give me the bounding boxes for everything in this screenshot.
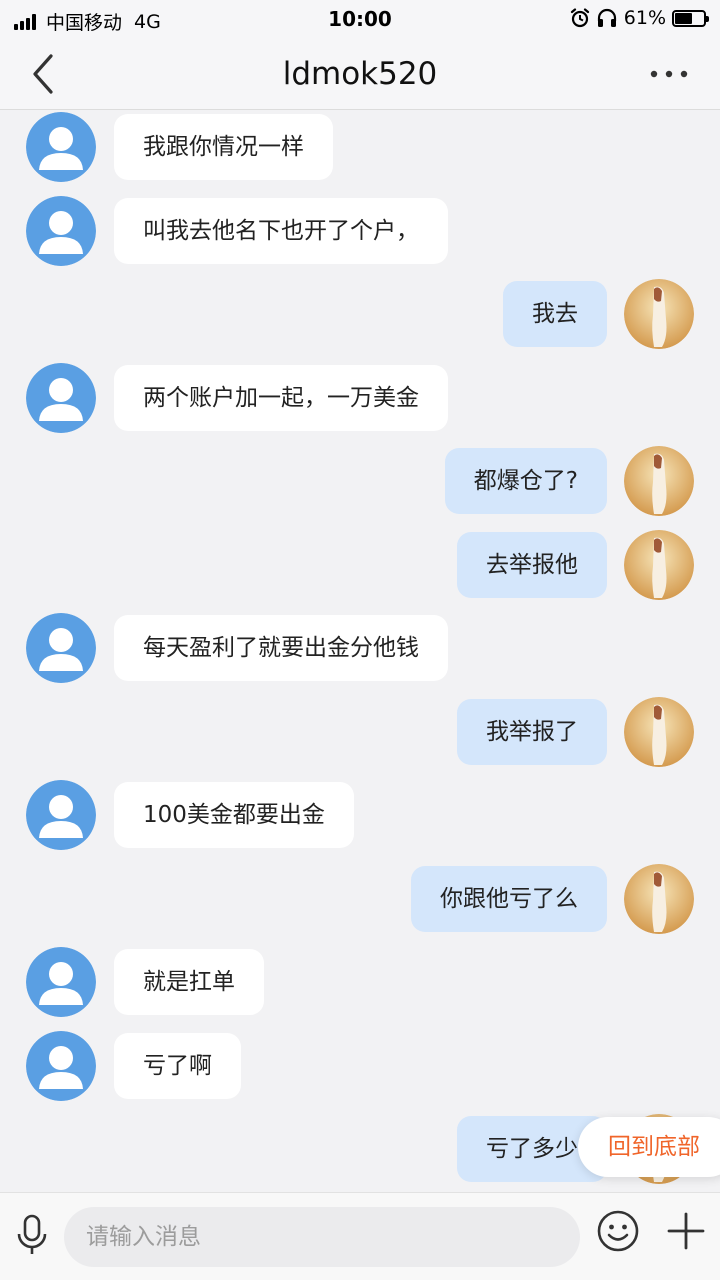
- battery-icon: [672, 9, 709, 27]
- voice-button[interactable]: [14, 1213, 50, 1257]
- contact-avatar[interactable]: [26, 613, 96, 683]
- chat-title: ldmok520: [282, 56, 438, 92]
- contact-avatar[interactable]: [26, 196, 96, 266]
- battery-level: [675, 12, 693, 24]
- message-row: 两个账户加一起，一万美金: [0, 363, 720, 433]
- default-user-icon: [26, 196, 96, 266]
- contact-avatar[interactable]: [26, 112, 96, 182]
- alarm-icon: [570, 8, 589, 28]
- user-avatar[interactable]: [624, 697, 694, 767]
- message-row: 去举报他: [0, 530, 720, 600]
- message-list[interactable]: 我跟你情况一样 叫我去他名下也开了个户， 我去 两个账户加一起，一万美金 都爆仓…: [0, 111, 720, 1192]
- message-row: 100美金都要出金: [0, 780, 720, 850]
- message-row: 都爆仓了?: [0, 446, 720, 516]
- default-user-icon: [26, 1031, 96, 1101]
- profile-photo-icon: [624, 446, 694, 516]
- received-message-bubble[interactable]: 每天盈利了就要出金分他钱: [114, 615, 448, 681]
- received-message-bubble[interactable]: 两个账户加一起，一万美金: [114, 365, 448, 431]
- contact-avatar[interactable]: [26, 780, 96, 850]
- profile-photo-icon: [624, 279, 694, 349]
- chat-header: ldmok520: [0, 38, 720, 110]
- profile-photo-icon: [624, 697, 694, 767]
- message-row: 我举报了: [0, 697, 720, 767]
- message-row: 你跟他亏了么: [0, 864, 720, 934]
- message-row: 每天盈利了就要出金分他钱: [0, 613, 720, 683]
- user-avatar[interactable]: [624, 530, 694, 600]
- contact-avatar[interactable]: [26, 363, 96, 433]
- emoji-button[interactable]: [596, 1209, 640, 1253]
- message-row: 就是扛单: [0, 947, 720, 1017]
- contact-avatar[interactable]: [26, 1031, 96, 1101]
- back-to-bottom-button[interactable]: 回到底部: [578, 1117, 720, 1177]
- sent-message-bubble[interactable]: 你跟他亏了么: [411, 866, 607, 932]
- battery-percent: 61%: [623, 7, 666, 29]
- received-message-bubble[interactable]: 我跟你情况一样: [114, 114, 333, 180]
- sent-message-bubble[interactable]: 去举报他: [457, 532, 607, 598]
- user-avatar[interactable]: [624, 864, 694, 934]
- received-message-bubble[interactable]: 100美金都要出金: [114, 782, 354, 848]
- message-row: 我跟你情况一样: [0, 112, 720, 182]
- user-avatar[interactable]: [624, 446, 694, 516]
- default-user-icon: [26, 780, 96, 850]
- sent-message-bubble[interactable]: 都爆仓了?: [444, 448, 607, 514]
- default-user-icon: [26, 112, 96, 182]
- received-message-bubble[interactable]: 叫我去他名下也开了个户，: [114, 198, 448, 264]
- received-message-bubble[interactable]: 亏了啊: [114, 1033, 241, 1099]
- user-avatar[interactable]: [624, 279, 694, 349]
- more-button[interactable]: [644, 52, 694, 96]
- emoji-icon: [597, 1210, 639, 1252]
- default-user-icon: [26, 947, 96, 1017]
- profile-photo-icon: [624, 864, 694, 934]
- sent-message-bubble[interactable]: 我去: [503, 281, 607, 347]
- more-actions-button[interactable]: [666, 1211, 706, 1251]
- message-row: 叫我去他名下也开了个户，: [0, 196, 720, 266]
- chat-screen: 中国移动 4G 10:00 61% ldmok520 我跟你情况一样 叫我去他名…: [0, 0, 720, 1280]
- message-row: 我去: [0, 279, 720, 349]
- status-bar: 中国移动 4G 10:00 61%: [0, 0, 720, 38]
- message-input[interactable]: [64, 1207, 580, 1267]
- headphones-icon: [597, 8, 616, 27]
- status-right: 61%: [570, 7, 709, 29]
- profile-photo-icon: [624, 530, 694, 600]
- contact-avatar[interactable]: [26, 947, 96, 1017]
- received-message-bubble[interactable]: 就是扛单: [114, 949, 264, 1015]
- default-user-icon: [26, 363, 96, 433]
- message-row: 亏了啊: [0, 1031, 720, 1101]
- sent-message-bubble[interactable]: 我举报了: [457, 699, 607, 765]
- plus-icon: [667, 1212, 705, 1250]
- more-dots-icon: [650, 70, 688, 78]
- microphone-icon: [17, 1214, 47, 1254]
- default-user-icon: [26, 613, 96, 683]
- input-bar: [0, 1192, 720, 1280]
